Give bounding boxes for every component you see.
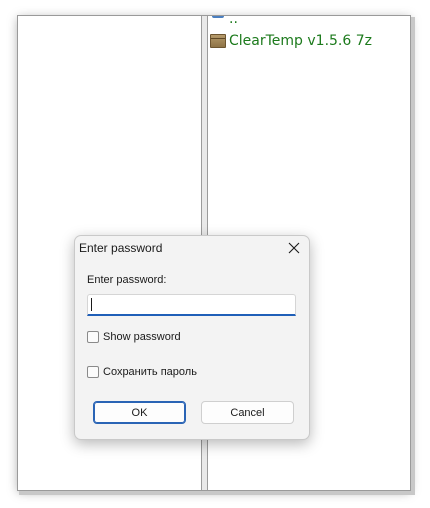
show-password-checkbox[interactable]: Show password <box>87 331 181 343</box>
enter-password-dialog: Enter password Enter password: Show pass… <box>74 235 310 440</box>
close-button[interactable] <box>283 238 305 258</box>
archive-icon <box>210 34 226 48</box>
show-password-label: Show password <box>103 331 181 343</box>
list-item-parent-folder[interactable]: .. <box>210 16 238 28</box>
save-password-checkbox[interactable]: Сохранить пароль <box>87 366 197 378</box>
list-item-label: ClearTemp v1.5.6 7z <box>229 33 372 49</box>
password-input[interactable] <box>87 294 296 316</box>
save-password-box[interactable] <box>87 366 99 378</box>
save-password-label: Сохранить пароль <box>103 366 197 378</box>
parent-folder-icon <box>210 16 226 26</box>
password-label: Enter password: <box>87 274 167 286</box>
list-item-archive[interactable]: ClearTemp v1.5.6 7z <box>210 32 372 50</box>
cancel-button[interactable]: Cancel <box>201 401 294 424</box>
text-caret <box>91 298 92 311</box>
close-icon <box>288 242 300 254</box>
dialog-title: Enter password <box>79 241 163 255</box>
ok-button[interactable]: OK <box>93 401 186 424</box>
show-password-box[interactable] <box>87 331 99 343</box>
list-item-label: .. <box>229 16 238 27</box>
